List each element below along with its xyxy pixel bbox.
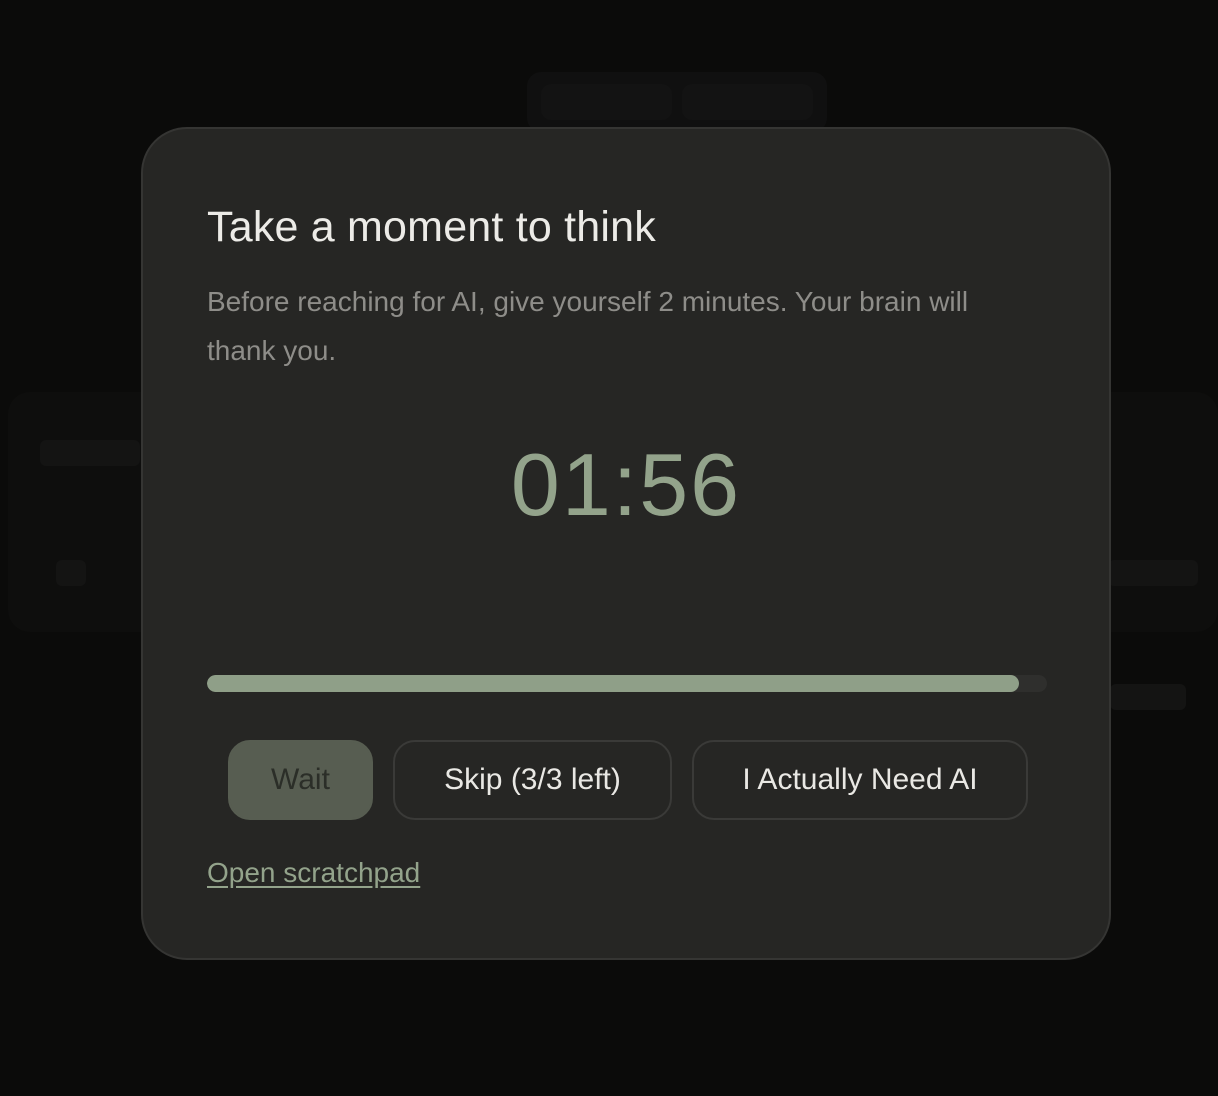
background-tab-bar — [527, 72, 827, 132]
background-tab — [682, 84, 813, 120]
dialog-actions: Wait Skip (3/3 left) I Actually Need AI — [228, 740, 1028, 820]
dialog-subtitle: Before reaching for AI, give yourself 2 … — [207, 286, 969, 366]
background-text — [1108, 560, 1198, 586]
open-scratchpad-link[interactable]: Open scratchpad — [207, 857, 420, 889]
background-text — [1110, 684, 1186, 710]
countdown-timer: 01:56 — [510, 435, 742, 534]
skip-button[interactable]: Skip (3/3 left) — [393, 740, 672, 820]
progress-bar-fill — [207, 675, 1020, 692]
need-ai-button[interactable]: I Actually Need AI — [692, 740, 1028, 820]
wait-button[interactable]: Wait — [228, 740, 373, 820]
background-icon — [56, 560, 86, 586]
dialog-title: Take a moment to think — [207, 203, 656, 251]
progress-bar — [207, 675, 1047, 692]
background-tab — [541, 84, 672, 120]
background-text — [40, 440, 140, 466]
think-dialog: Take a moment to think Before reaching f… — [141, 127, 1111, 960]
